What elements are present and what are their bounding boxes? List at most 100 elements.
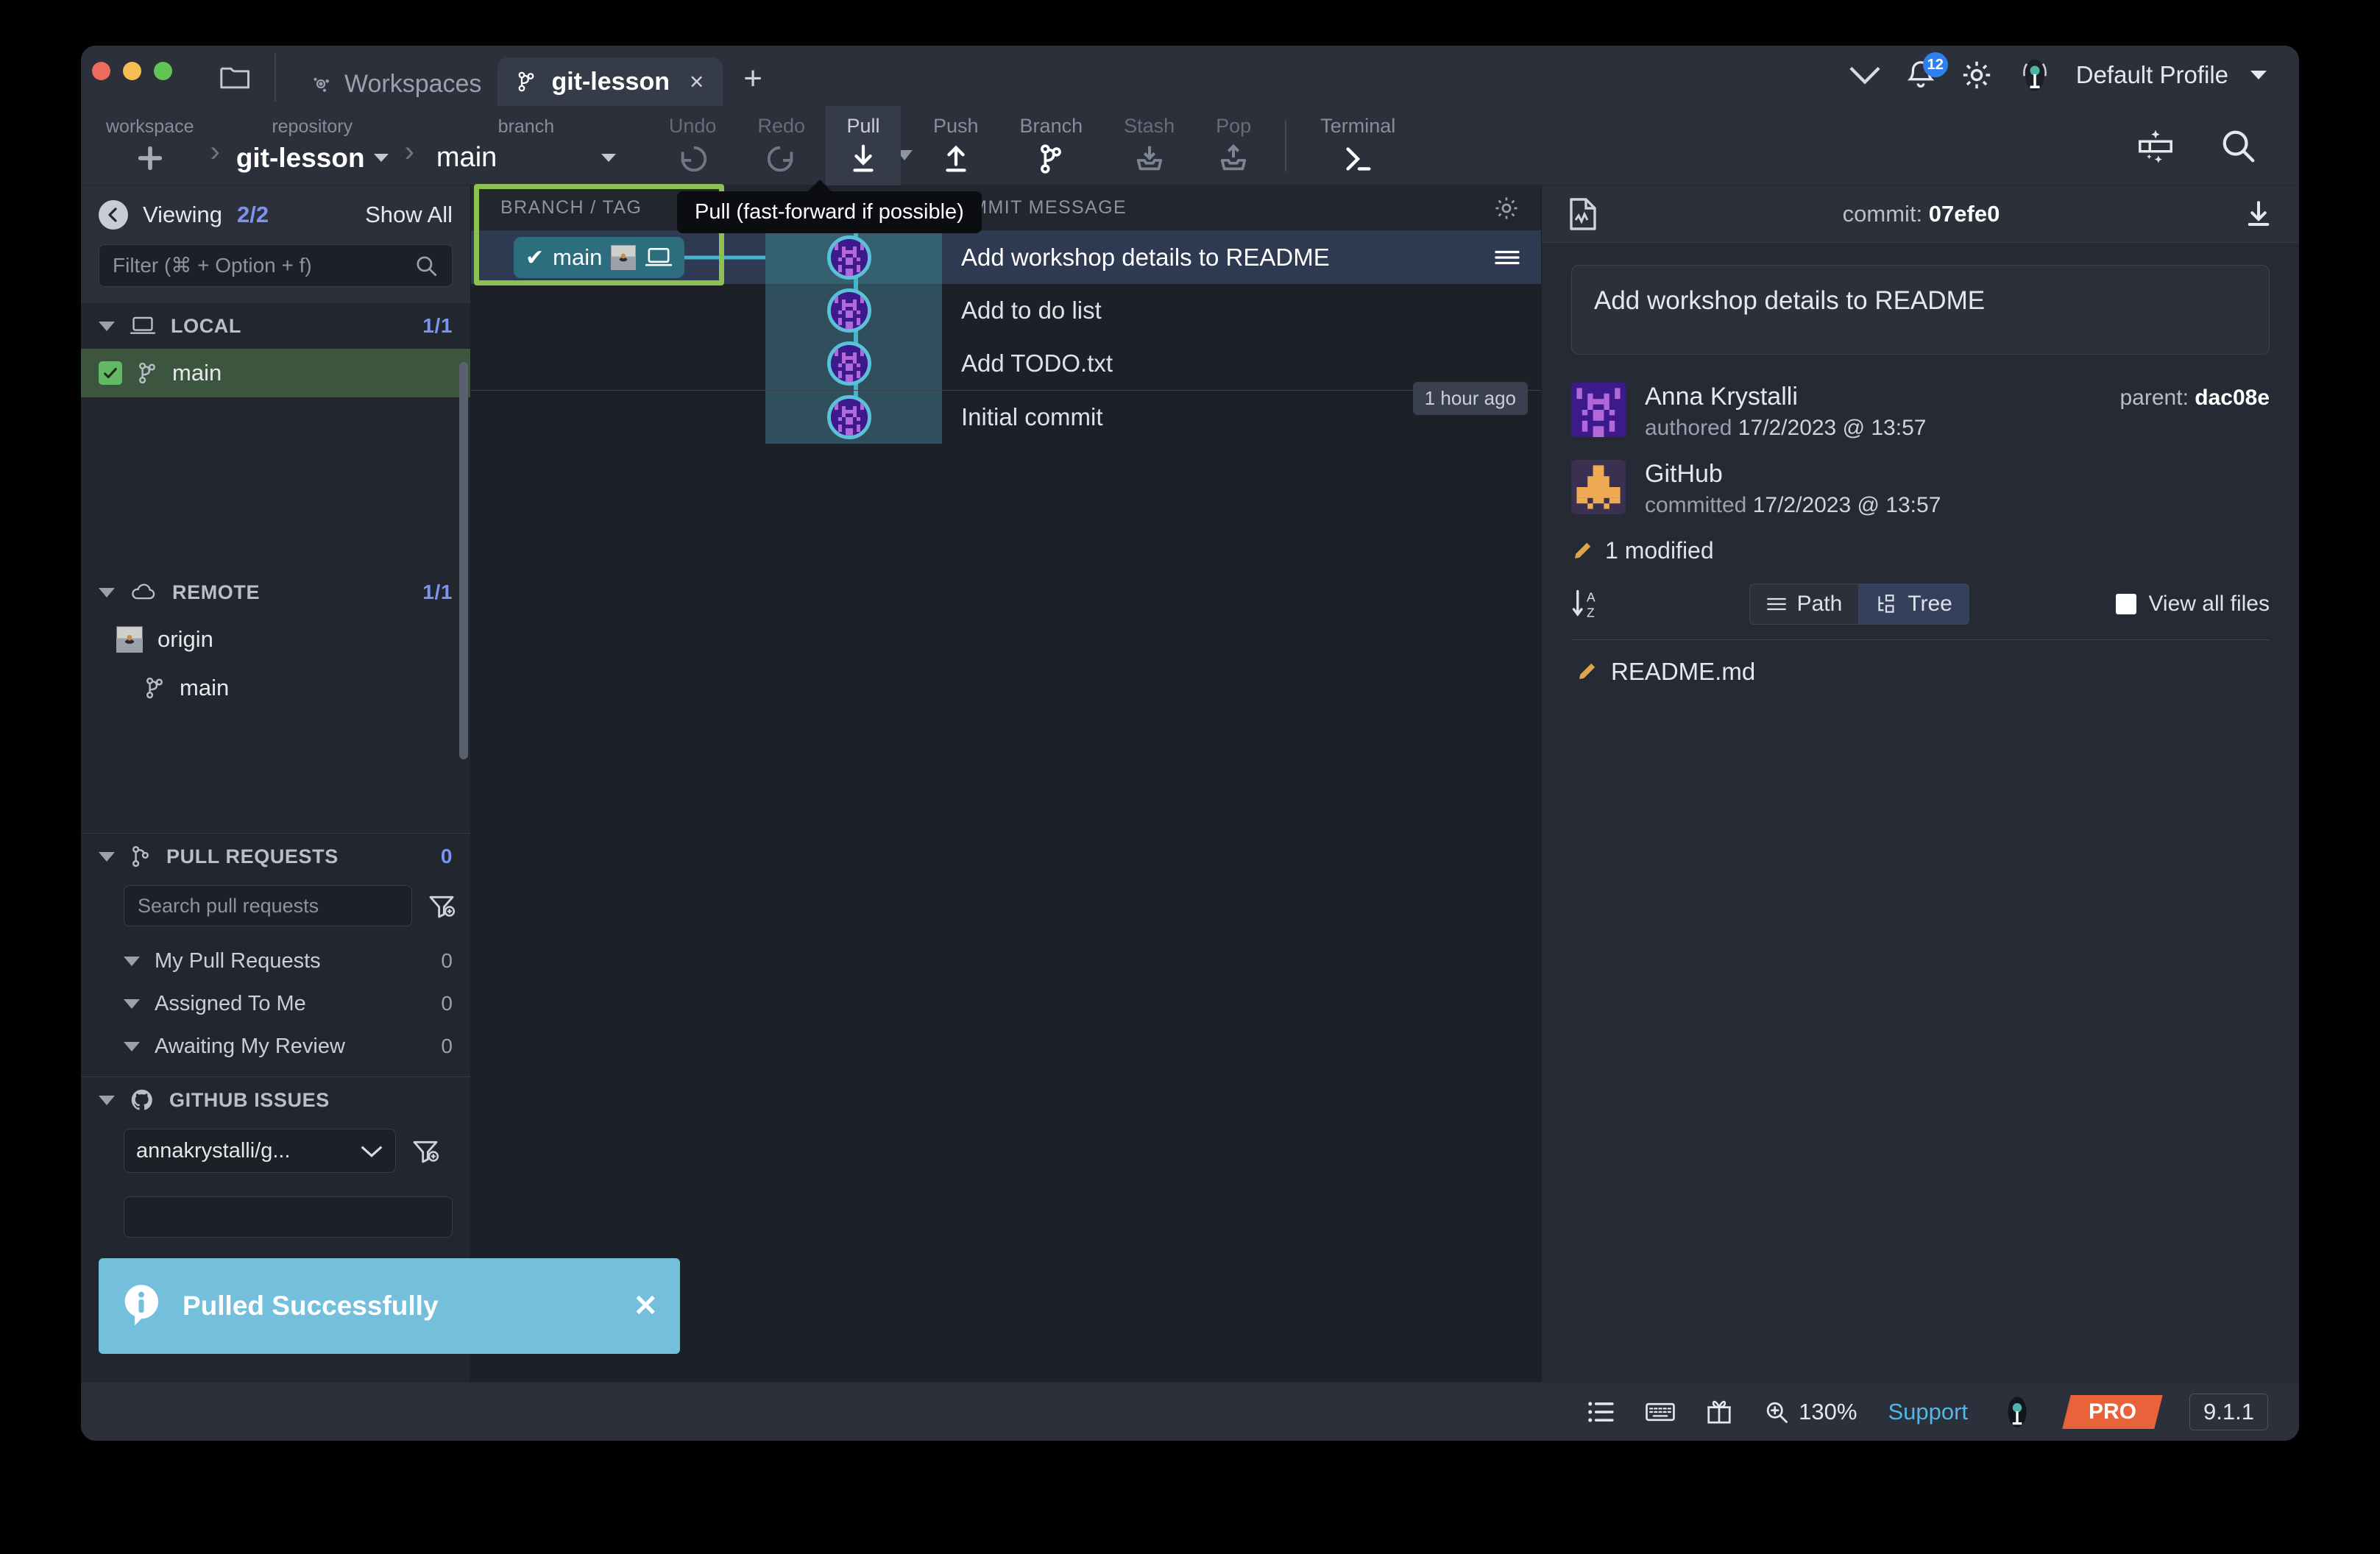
parent-sha[interactable]: dac08e [2195,386,2270,410]
download-icon[interactable] [2243,199,2274,230]
view-all-files-toggle[interactable]: View all files [2116,592,2270,617]
table-row[interactable]: Initial commit [471,391,1541,444]
keyboard-icon[interactable] [1646,1400,1675,1424]
section-local[interactable]: LOCAL 1/1 [81,303,470,349]
support-link[interactable]: Support [1888,1399,1968,1425]
remote-branch-main[interactable]: main [81,664,470,712]
sidebar-branch-label: main [172,360,222,386]
branch-value[interactable]: main [436,142,497,174]
commit-file-icon[interactable] [1567,196,1599,232]
pr-assigned-to-me[interactable]: Assigned To Me 0 [81,982,470,1025]
layout-toggle-icon[interactable] [2133,126,2178,166]
repository-breadcrumb[interactable]: repository git-lesson [236,116,389,175]
commit-node-avatar[interactable] [827,288,871,333]
chevron-down-icon[interactable] [2250,71,2267,79]
commit-node-avatar[interactable] [827,395,871,439]
chevron-down-icon[interactable] [124,1041,140,1051]
table-row[interactable]: Add to do list [471,284,1541,337]
chevron-down-icon[interactable] [99,587,115,597]
laptop-icon [645,246,673,269]
breadcrumb-separator: › [210,135,220,168]
branch-breadcrumb[interactable]: branch main [431,116,622,175]
close-icon[interactable]: ✕ [633,1289,658,1323]
tab-workspaces[interactable]: Workspaces [294,62,497,106]
commit-node-avatar[interactable] [827,235,871,280]
ref-chip-main[interactable]: ✔ main [514,237,685,278]
chevron-down-icon[interactable] [99,1095,115,1105]
filter-box[interactable] [99,244,453,287]
profile-label[interactable]: Default Profile [2076,61,2228,89]
section-pr-count: 0 [440,845,453,868]
commit-node-avatar[interactable] [827,341,871,386]
close-icon[interactable]: × [690,68,704,96]
gear-icon[interactable] [1492,194,1520,222]
search-icon[interactable] [414,253,439,278]
version-badge[interactable]: 9.1.1 [2189,1393,2268,1430]
add-workspace-icon[interactable] [135,141,165,175]
minimize-window-button[interactable] [123,62,141,80]
list-icon[interactable] [1587,1399,1615,1424]
pop-button[interactable]: Pop [1195,106,1272,185]
toast-notification[interactable]: Pulled Successfully ✕ [99,1258,680,1354]
view-tree-button[interactable]: Tree [1859,583,1969,625]
gift-icon[interactable] [1706,1398,1732,1426]
chevron-down-icon[interactable] [1848,64,1882,86]
tab-git-lesson[interactable]: git-lesson × [497,57,723,106]
chevron-down-icon[interactable] [360,1143,383,1159]
table-row[interactable]: Add TODO.txt 1 hour ago [471,337,1541,415]
filter-input[interactable] [113,254,414,277]
terminal-button[interactable]: Terminal [1300,106,1416,185]
avatar[interactable] [1999,1394,2036,1430]
branch-button[interactable]: Branch [999,106,1104,185]
search-icon[interactable] [2218,126,2258,166]
issues-repo-select[interactable]: annakrystalli/g... [124,1129,396,1173]
pro-badge[interactable]: PRO [2062,1394,2163,1429]
add-filter-icon[interactable] [427,891,456,920]
row-menu-icon[interactable] [1494,248,1520,267]
open-folder-button[interactable] [216,60,257,96]
gitkraken-window: Workspaces git-lesson × + 12 Default Pro… [81,46,2299,1441]
redo-button[interactable]: Redo [737,106,826,185]
pull-request-icon [130,845,152,868]
sidebar-scrollbar[interactable] [459,362,468,759]
zoom-level[interactable]: 130% [1763,1399,1857,1425]
pull-tooltip: Pull (fast-forward if possible) [677,180,982,233]
push-button[interactable]: Push [913,106,999,185]
chevron-down-icon[interactable] [124,998,140,1009]
sort-az-icon[interactable]: AZ [1571,587,1602,621]
remote-origin[interactable]: origin [81,615,470,664]
close-window-button[interactable] [92,62,110,80]
stash-button[interactable]: Stash [1103,106,1195,185]
pr-search-input[interactable] [138,894,398,918]
undo-button[interactable]: Undo [648,106,737,185]
chevron-down-icon[interactable] [99,321,115,331]
avatar[interactable] [2016,56,2054,94]
new-tab-button[interactable]: + [743,60,762,97]
pr-awaiting-my-review[interactable]: Awaiting My Review 0 [81,1025,470,1068]
chevron-down-icon[interactable] [99,851,115,862]
section-pull-requests[interactable]: PULL REQUESTS 0 [81,834,470,879]
pr-search-box[interactable] [124,885,412,926]
table-row[interactable]: ✔ main Add workshop details to README [471,231,1541,284]
chevron-down-icon[interactable] [124,956,140,966]
list-item[interactable]: README.md [1571,640,2270,703]
checkbox[interactable] [2116,594,2137,614]
maximize-window-button[interactable] [154,62,172,80]
section-remote[interactable]: REMOTE 1/1 [81,570,470,615]
sidebar-branch-main[interactable]: main [81,349,470,397]
commit-message-box[interactable]: Add workshop details to README [1571,265,2270,355]
chevron-down-icon[interactable] [373,154,389,162]
back-arrow-icon[interactable] [99,200,128,230]
pr-my-pull-requests[interactable]: My Pull Requests 0 [81,940,470,982]
view-path-button[interactable]: Path [1749,583,1860,625]
repository-value[interactable]: git-lesson [236,143,365,174]
workspace-breadcrumb[interactable]: workspace [106,116,194,175]
section-github-issues[interactable]: GITHUB ISSUES [81,1077,470,1123]
chevron-down-icon[interactable] [601,154,616,162]
show-all-button[interactable]: Show All [365,202,453,228]
issues-search-box[interactable] [124,1196,453,1238]
pull-button[interactable]: Pull [826,105,901,185]
add-filter-icon[interactable] [411,1136,440,1166]
gear-icon[interactable] [1960,58,1994,92]
notifications-button[interactable]: 12 [1904,52,1948,92]
